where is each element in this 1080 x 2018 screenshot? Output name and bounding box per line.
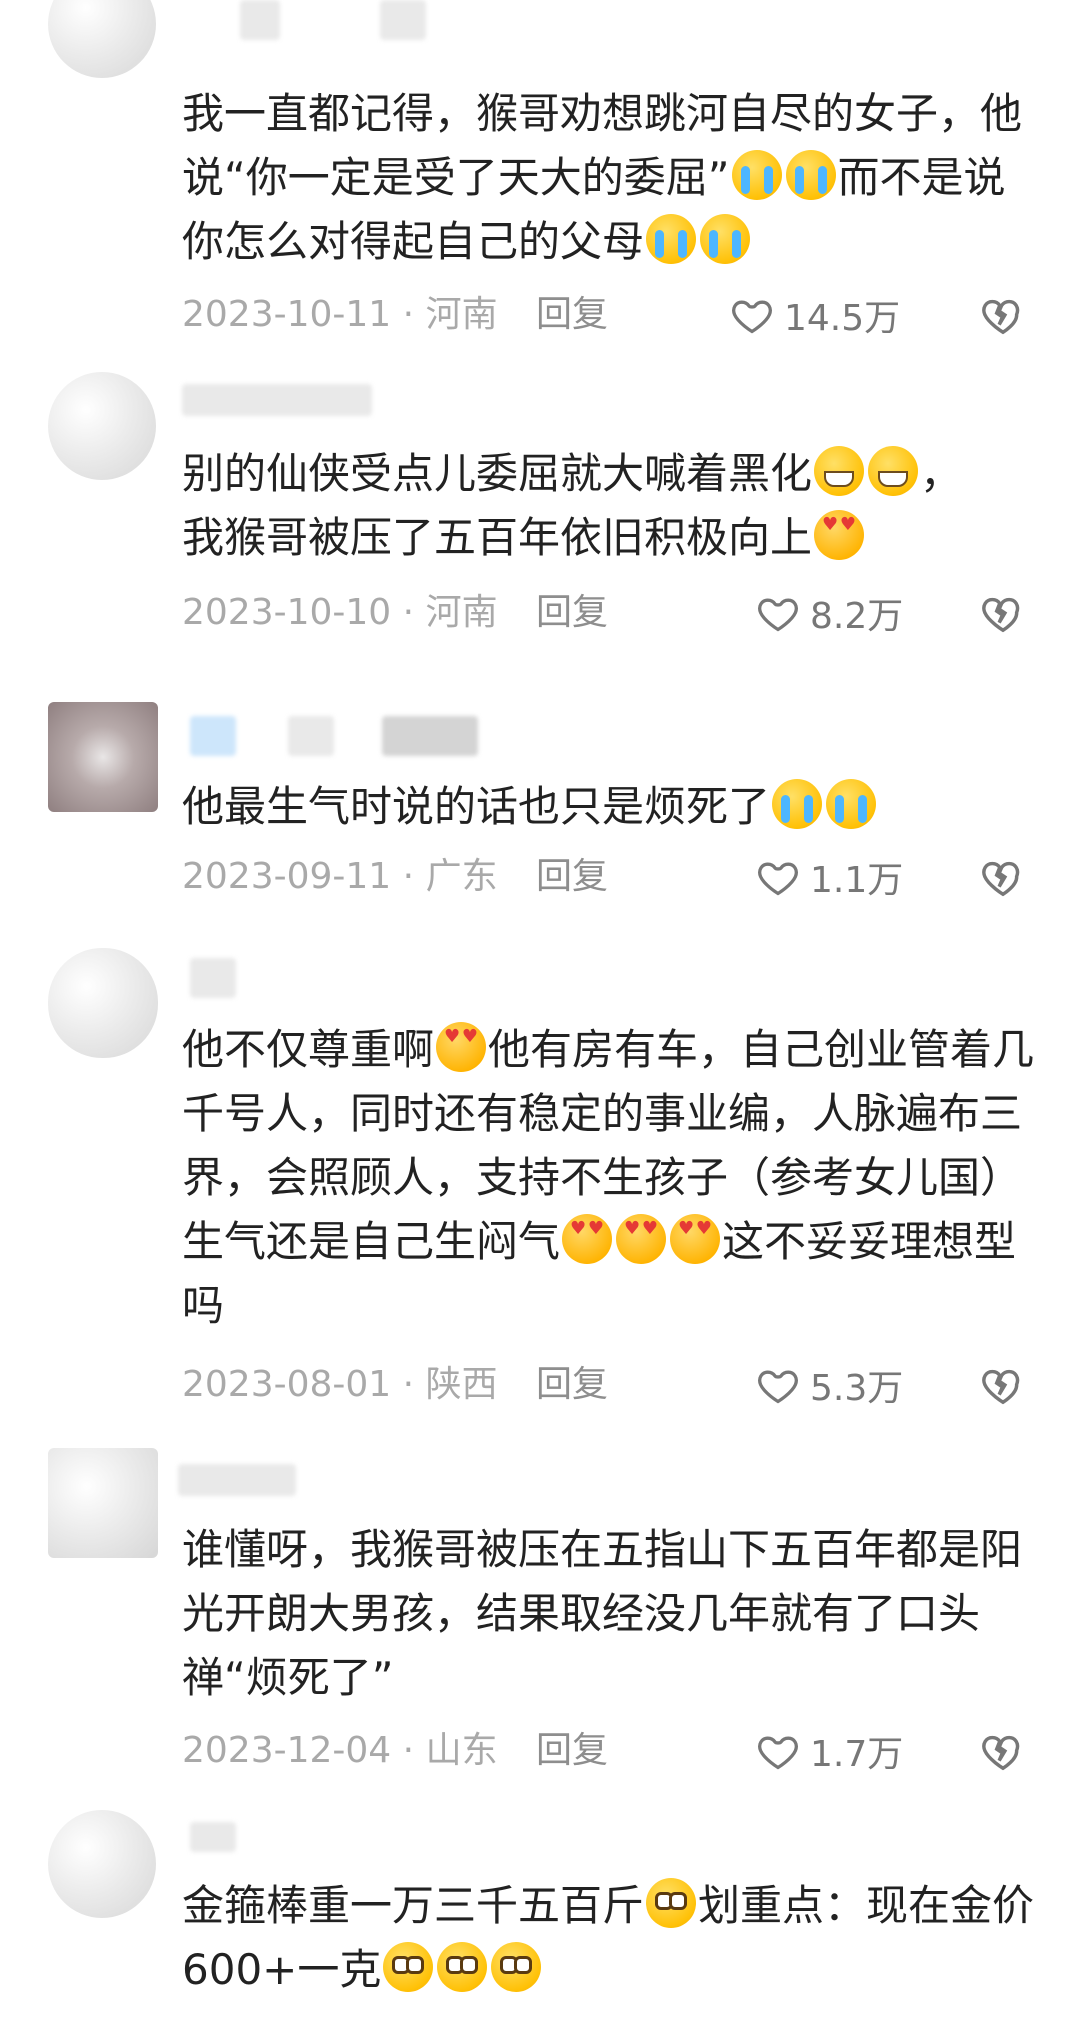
crying-face-icon xyxy=(785,150,836,200)
heart-eyes-face-icon xyxy=(670,1214,721,1264)
like-button[interactable]: 5.3万 xyxy=(756,1360,903,1410)
comment-meta: 2023-08-01 · 陕西 xyxy=(182,1364,498,1405)
heart-outline-icon xyxy=(732,300,772,334)
username-redacted xyxy=(240,0,280,40)
username-redacted xyxy=(190,958,236,998)
crying-face-icon xyxy=(826,779,877,829)
heart-outline-icon xyxy=(758,598,798,632)
like-button[interactable]: 14.5万 xyxy=(730,290,900,340)
broken-heart-icon[interactable] xyxy=(980,292,1026,338)
heart-outline-icon xyxy=(758,862,798,896)
crying-face-icon xyxy=(700,214,751,264)
comment-text: 他不仅尊重啊他有房有车，自己创业管着几千号人，同时还有稳定的事业编，人脉遍布三界… xyxy=(182,1018,1042,1338)
like-count: 1.1万 xyxy=(810,860,904,901)
username-redacted xyxy=(382,716,478,756)
avatar[interactable] xyxy=(48,0,156,78)
like-button[interactable]: 8.2万 xyxy=(756,588,903,638)
flushed-face-icon xyxy=(437,1942,488,1992)
crying-face-icon xyxy=(646,214,697,264)
reply-button[interactable]: 回复 xyxy=(536,1726,608,1776)
comment-text: 谁懂呀，我猴哥被压在五指山下五百年都是阳光开朗大男孩，结果取经没几年就有了口头禅… xyxy=(182,1525,1023,1702)
crying-face-icon xyxy=(772,779,823,829)
reply-button[interactable]: 回复 xyxy=(536,290,608,340)
comment-text: 他最生气时说的话也只是烦死了 xyxy=(182,775,1042,839)
comment-meta: 2023-12-04 · 山东 xyxy=(182,1730,498,1771)
reply-button[interactable]: 回复 xyxy=(536,588,608,638)
username-redacted xyxy=(182,384,372,416)
reply-button[interactable]: 回复 xyxy=(536,852,608,902)
flushed-face-icon xyxy=(646,1878,697,1928)
heart-eyes-face-icon xyxy=(436,1022,487,1072)
broken-heart-icon[interactable] xyxy=(980,854,1026,900)
crying-face-icon xyxy=(731,150,782,200)
heart-eyes-face-icon xyxy=(562,1214,613,1264)
like-button[interactable]: 1.1万 xyxy=(756,852,903,902)
avatar[interactable] xyxy=(48,702,158,812)
heart-eyes-face-icon xyxy=(814,510,865,560)
username-redacted xyxy=(288,716,334,756)
like-count: 14.5万 xyxy=(784,298,901,339)
reply-button[interactable]: 回复 xyxy=(536,1360,608,1410)
comment-text: 金箍棒重一万三千五百斤 划重点：现在金价600+一克 xyxy=(182,1874,1042,2002)
flushed-face-icon xyxy=(491,1942,542,1992)
like-count: 1.7万 xyxy=(810,1734,904,1775)
comment-meta: 2023-10-11 · 河南 xyxy=(182,294,498,335)
heart-outline-icon xyxy=(758,1370,798,1404)
broken-heart-icon[interactable] xyxy=(980,1362,1026,1408)
username-redacted xyxy=(178,1464,296,1496)
like-button[interactable]: 1.7万 xyxy=(756,1726,903,1776)
heart-eyes-face-icon xyxy=(616,1214,667,1264)
flushed-face-icon xyxy=(383,1942,434,1992)
avatar[interactable] xyxy=(48,372,156,480)
avatar[interactable] xyxy=(48,948,158,1058)
grinning-sweat-face-icon xyxy=(868,446,919,496)
broken-heart-icon[interactable] xyxy=(980,1728,1026,1774)
avatar[interactable] xyxy=(48,1448,158,1558)
broken-heart-icon[interactable] xyxy=(980,590,1026,636)
username-redacted xyxy=(190,1822,236,1852)
avatar[interactable] xyxy=(48,1810,156,1918)
grinning-sweat-face-icon xyxy=(814,446,865,496)
comment-text: 别的仙侠受点儿委屈就大喊着黑化， 我猴哥被压了五百年依旧积极向上 xyxy=(182,442,1042,570)
like-count: 8.2万 xyxy=(810,596,904,637)
comment-meta: 2023-10-10 · 河南 xyxy=(182,592,498,633)
like-count: 5.3万 xyxy=(810,1368,904,1409)
comment-text: 我一直都记得，猴哥劝想跳河自尽的女子，他说“你一定是受了天大的委屈” 而不是说你怎… xyxy=(182,89,1023,266)
username-redacted xyxy=(190,716,236,756)
comment-meta: 2023-09-11 · 广东 xyxy=(182,856,498,897)
heart-outline-icon xyxy=(758,1736,798,1770)
username-redacted xyxy=(380,0,426,40)
